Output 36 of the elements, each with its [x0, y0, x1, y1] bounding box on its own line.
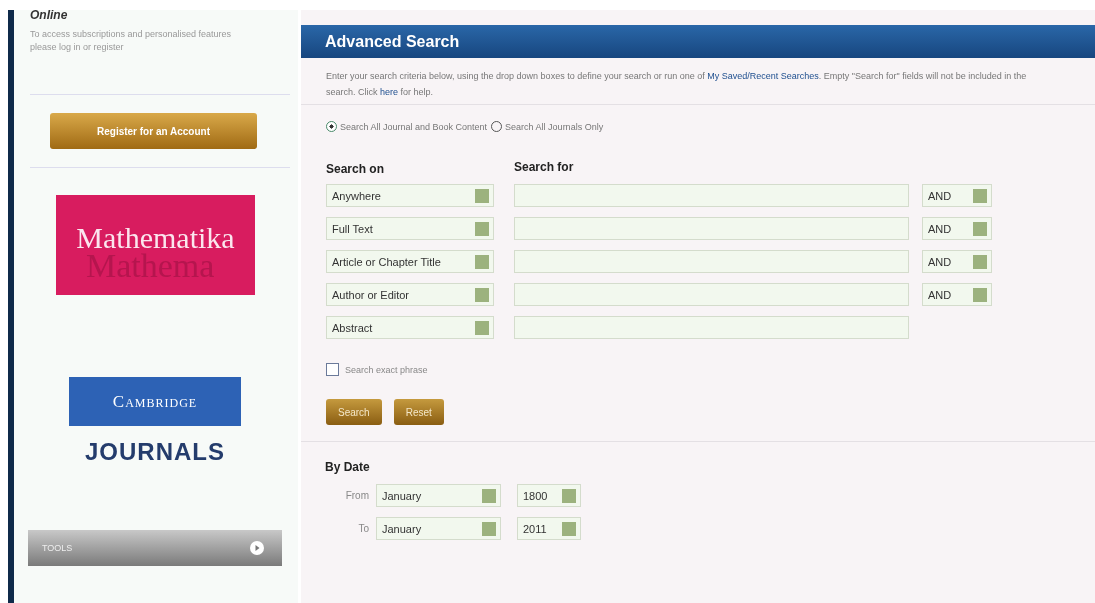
- intro-text: Enter your search criteria below, using the drop down boxes to define your search or run one of My Saved/Recent Searches. Empty "Search for" fields will not be included in the search. Click here for help.: [326, 70, 1028, 99]
- date-label: To: [357, 523, 369, 534]
- publisher-subtitle: JOURNALS: [85, 438, 225, 466]
- month-select[interactable]: January: [376, 517, 501, 540]
- section-title: By Date: [325, 460, 371, 474]
- search-input[interactable]: [514, 283, 909, 306]
- login-title: Online: [30, 8, 69, 22]
- scope-radio[interactable]: Search All Journal and Book Content: [326, 121, 488, 132]
- operator-select[interactable]: AND: [922, 250, 992, 273]
- year-select[interactable]: 1800: [517, 484, 581, 507]
- field-select[interactable]: Article or Chapter Title: [326, 250, 494, 273]
- date-label: From: [344, 490, 369, 501]
- field-select[interactable]: Full Text: [326, 217, 494, 240]
- field-select[interactable]: Author or Editor: [326, 283, 494, 306]
- year-select[interactable]: 2011: [517, 517, 581, 540]
- month-select[interactable]: January: [376, 484, 501, 507]
- help-link[interactable]: My Saved/Recent Searches: [707, 71, 819, 81]
- column-header: Search for: [514, 160, 575, 174]
- exact-phrase-checkbox[interactable]: Search exact phrase: [326, 363, 1095, 376]
- operator-select[interactable]: AND: [922, 283, 992, 306]
- search-input[interactable]: [514, 184, 909, 207]
- field-select[interactable]: Anywhere: [326, 184, 494, 207]
- column-header: Search on: [326, 162, 386, 176]
- panel-title: Advanced Search: [301, 25, 1095, 58]
- login-prompt: To access subscriptions and personalised features please log in or register: [30, 28, 233, 54]
- publisher-logo: Cambridge: [69, 377, 241, 426]
- scope-radio[interactable]: Search All Journals Only: [491, 121, 604, 132]
- help-link[interactable]: here: [380, 87, 399, 97]
- arrow-circle-icon: [250, 541, 264, 555]
- search-input[interactable]: [514, 217, 909, 240]
- operator-select[interactable]: AND: [922, 184, 992, 207]
- operator-select[interactable]: AND: [922, 217, 992, 240]
- search-input[interactable]: [514, 250, 909, 273]
- field-select[interactable]: Abstract: [326, 316, 494, 339]
- journal-title: Mathematika: [76, 221, 235, 254]
- search-input[interactable]: [514, 316, 909, 339]
